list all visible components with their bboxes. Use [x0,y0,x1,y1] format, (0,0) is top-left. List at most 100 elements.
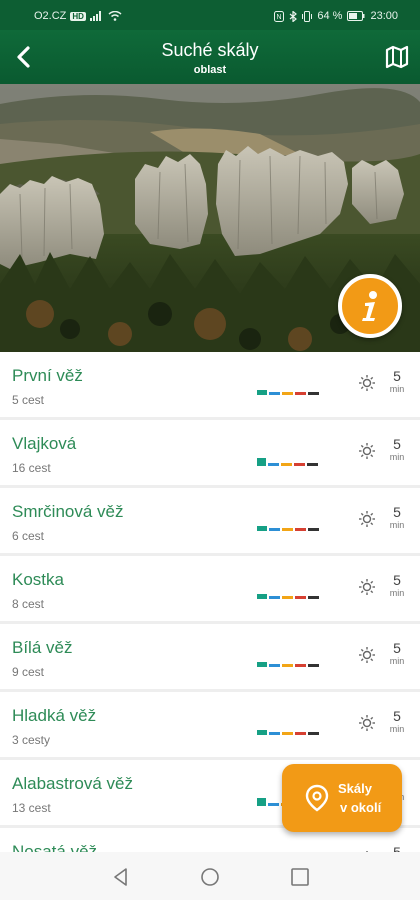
route-count: 6 cest [12,529,45,543]
difficulty-bar [281,463,292,466]
rock-name: Kostka [12,570,64,589]
difficulty-bar [257,458,266,466]
walk-time-unit: min [389,452,405,462]
route-count: 13 cest [12,801,51,815]
walk-time-unit: min [389,384,405,394]
sun-icon [359,511,375,527]
rock-name: Hladká věž [12,706,97,725]
difficulty-distribution [257,458,318,466]
route-count: 8 cest [12,597,45,611]
difficulty-bar [282,528,293,531]
walk-time: 5min [386,368,408,394]
walk-time: 5min [386,708,408,734]
rock-row[interactable]: První věž 5 cest 5 min [0,352,420,417]
rock-name: Alabastrová věž [12,774,133,793]
difficulty-distribution [257,390,319,395]
rock-name: Nosatá věž [12,842,98,852]
location-pin-icon [305,784,329,812]
difficulty-bar [308,392,319,395]
difficulty-bar [295,732,306,735]
walk-time-value: 5 [393,640,401,656]
difficulty-distribution [257,526,319,531]
page-title: Suché skály [161,40,259,60]
sun-icon [359,579,375,595]
route-count: 16 cest [12,461,51,475]
walk-time: 5min [386,504,408,530]
walk-time-value: 5 [393,572,401,588]
difficulty-bar [308,596,319,599]
difficulty-bar [282,664,293,667]
walk-time-value: 5 [393,504,401,520]
clock: 23:00 [370,10,398,22]
hd-badge: HD [70,11,86,21]
rock-name: Vlajková [12,434,77,453]
difficulty-bar [269,732,280,735]
bluetooth-icon [290,10,298,22]
difficulty-bar [308,664,319,667]
status-bar: O2.CZ HD N 64 % 23:00 [0,0,420,30]
walk-time-unit: min [389,724,405,734]
nav-back-icon[interactable] [110,866,132,888]
difficulty-bar [308,732,319,735]
difficulty-bar [268,803,279,806]
nearby-rocks-button[interactable]: Skály v okolí [282,764,402,832]
rock-name: První věž [12,366,83,385]
vibrate-icon [302,10,313,22]
fab-label-line2: v okolí [340,800,382,815]
carrier-label: O2.CZ [34,10,67,22]
difficulty-bar [257,798,266,806]
difficulty-bar [257,390,267,395]
walk-time: 5min [386,640,408,666]
difficulty-bar [257,594,267,599]
difficulty-distribution [257,730,319,735]
difficulty-bar [282,732,293,735]
route-count: 9 cest [12,665,45,679]
difficulty-bar [257,730,267,735]
rock-name: Smrčinová věž [12,502,124,521]
walk-time-unit: min [389,656,405,666]
info-icon [362,291,377,321]
rock-row[interactable]: Smrčinová věž 6 cest 5 min [0,488,420,553]
sun-icon [359,715,375,731]
battery-percent: 64 % [317,10,343,22]
rock-row[interactable]: Hladká věž 3 cesty 5 min [0,692,420,757]
route-count: 5 cest [12,393,45,407]
sun-icon [359,647,375,663]
rock-row[interactable]: Kostka 8 cest 5 min [0,556,420,621]
map-icon[interactable] [384,44,410,70]
difficulty-bar [269,664,280,667]
rock-row[interactable]: Bílá věž 9 cest 5 min [0,624,420,689]
wifi-icon [108,11,122,21]
battery-icon [347,11,365,21]
system-nav-bar [0,852,420,900]
walk-time: 5min [386,572,408,598]
difficulty-bar [268,463,279,466]
difficulty-bar [269,392,280,395]
rock-row[interactable]: Vlajková 16 cest 5 min [0,420,420,485]
rock-name: Bílá věž [12,638,73,657]
difficulty-bar [257,526,267,531]
page-subtitle: oblast [193,64,227,76]
nfc-icon: N [274,10,285,22]
signal-icon [89,11,101,21]
route-count: 3 cesty [12,733,51,747]
difficulty-distribution [257,662,319,667]
nav-recents-icon[interactable] [289,866,311,888]
svg-text:N: N [277,14,282,21]
app-bar: Suché skály oblast [0,30,420,84]
difficulty-bar [295,528,306,531]
walk-time-value: 5 [393,844,401,852]
walk-time-value: 5 [393,708,401,724]
difficulty-bar [269,528,280,531]
difficulty-bar [295,596,306,599]
walk-time-unit: min [389,520,405,530]
walk-time: 5min [386,436,408,462]
walk-time-unit: min [389,588,405,598]
info-button[interactable] [338,274,402,338]
difficulty-bar [307,463,318,466]
difficulty-bar [294,463,305,466]
difficulty-bar [282,596,293,599]
difficulty-distribution [257,594,319,599]
walk-time-value: 5 [393,436,401,452]
nav-home-icon[interactable] [199,866,221,888]
